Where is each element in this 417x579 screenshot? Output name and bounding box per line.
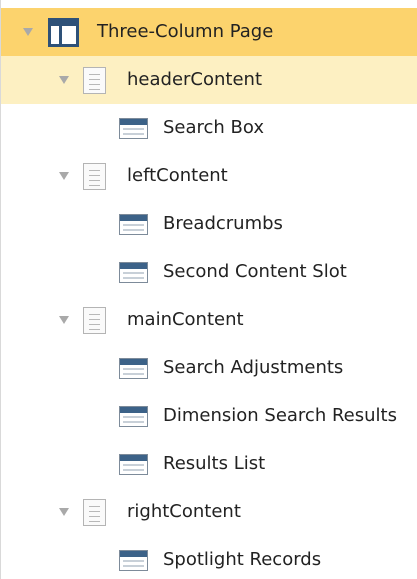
cartridge-icon: [119, 214, 148, 235]
tree-node-label: Dimension Search Results: [163, 405, 397, 426]
tree-node-label: Three-Column Page: [97, 21, 274, 42]
tree-node-maincontent[interactable]: mainContent: [1, 296, 417, 344]
content-slot-icon: [83, 307, 106, 334]
cartridge-icon: [119, 550, 148, 571]
cartridge-icon: [119, 406, 148, 427]
collapse-caret-icon[interactable]: [59, 508, 69, 516]
tree-node-label: Search Box: [163, 117, 265, 138]
tree-node-label: Spotlight Records: [163, 549, 322, 570]
collapse-caret-icon[interactable]: [59, 172, 69, 180]
tree-node-label: Results List: [163, 453, 266, 474]
tree-node-label: Breadcrumbs: [163, 213, 283, 234]
page-layout-icon: [48, 18, 79, 47]
tree-node-spotlight-records[interactable]: Spotlight Records: [1, 536, 417, 579]
tree-node-label: Second Content Slot: [163, 261, 347, 282]
cartridge-icon: [119, 358, 148, 379]
tree-node-rightcontent[interactable]: rightContent: [1, 488, 417, 536]
tree-node-breadcrumbs[interactable]: Breadcrumbs: [1, 200, 417, 248]
tree-node-three-column-page[interactable]: Three-Column Page: [1, 8, 417, 56]
content-slot-icon: [83, 163, 106, 190]
page-structure-tree: Three-Column Page headerContent Search B…: [0, 0, 417, 579]
tree-node-label: rightContent: [127, 501, 241, 522]
collapse-caret-icon[interactable]: [23, 28, 33, 36]
tree-node-label: headerContent: [127, 69, 262, 90]
tree-node-search-box[interactable]: Search Box: [1, 104, 417, 152]
tree-node-label: mainContent: [127, 309, 244, 330]
tree-node-leftcontent[interactable]: leftContent: [1, 152, 417, 200]
content-slot-icon: [83, 67, 106, 94]
tree-node-label: Search Adjustments: [163, 357, 344, 378]
collapse-caret-icon[interactable]: [59, 76, 69, 84]
tree-node-results-list[interactable]: Results List: [1, 440, 417, 488]
cartridge-icon: [119, 454, 148, 475]
tree-node-label: leftContent: [127, 165, 228, 186]
tree-node-headercontent[interactable]: headerContent: [1, 56, 417, 104]
cartridge-icon: [119, 118, 148, 139]
cartridge-icon: [119, 262, 148, 283]
content-slot-icon: [83, 499, 106, 526]
tree-node-search-adjustments[interactable]: Search Adjustments: [1, 344, 417, 392]
collapse-caret-icon[interactable]: [59, 316, 69, 324]
tree-node-second-content-slot[interactable]: Second Content Slot: [1, 248, 417, 296]
tree-node-dimension-search-results[interactable]: Dimension Search Results: [1, 392, 417, 440]
